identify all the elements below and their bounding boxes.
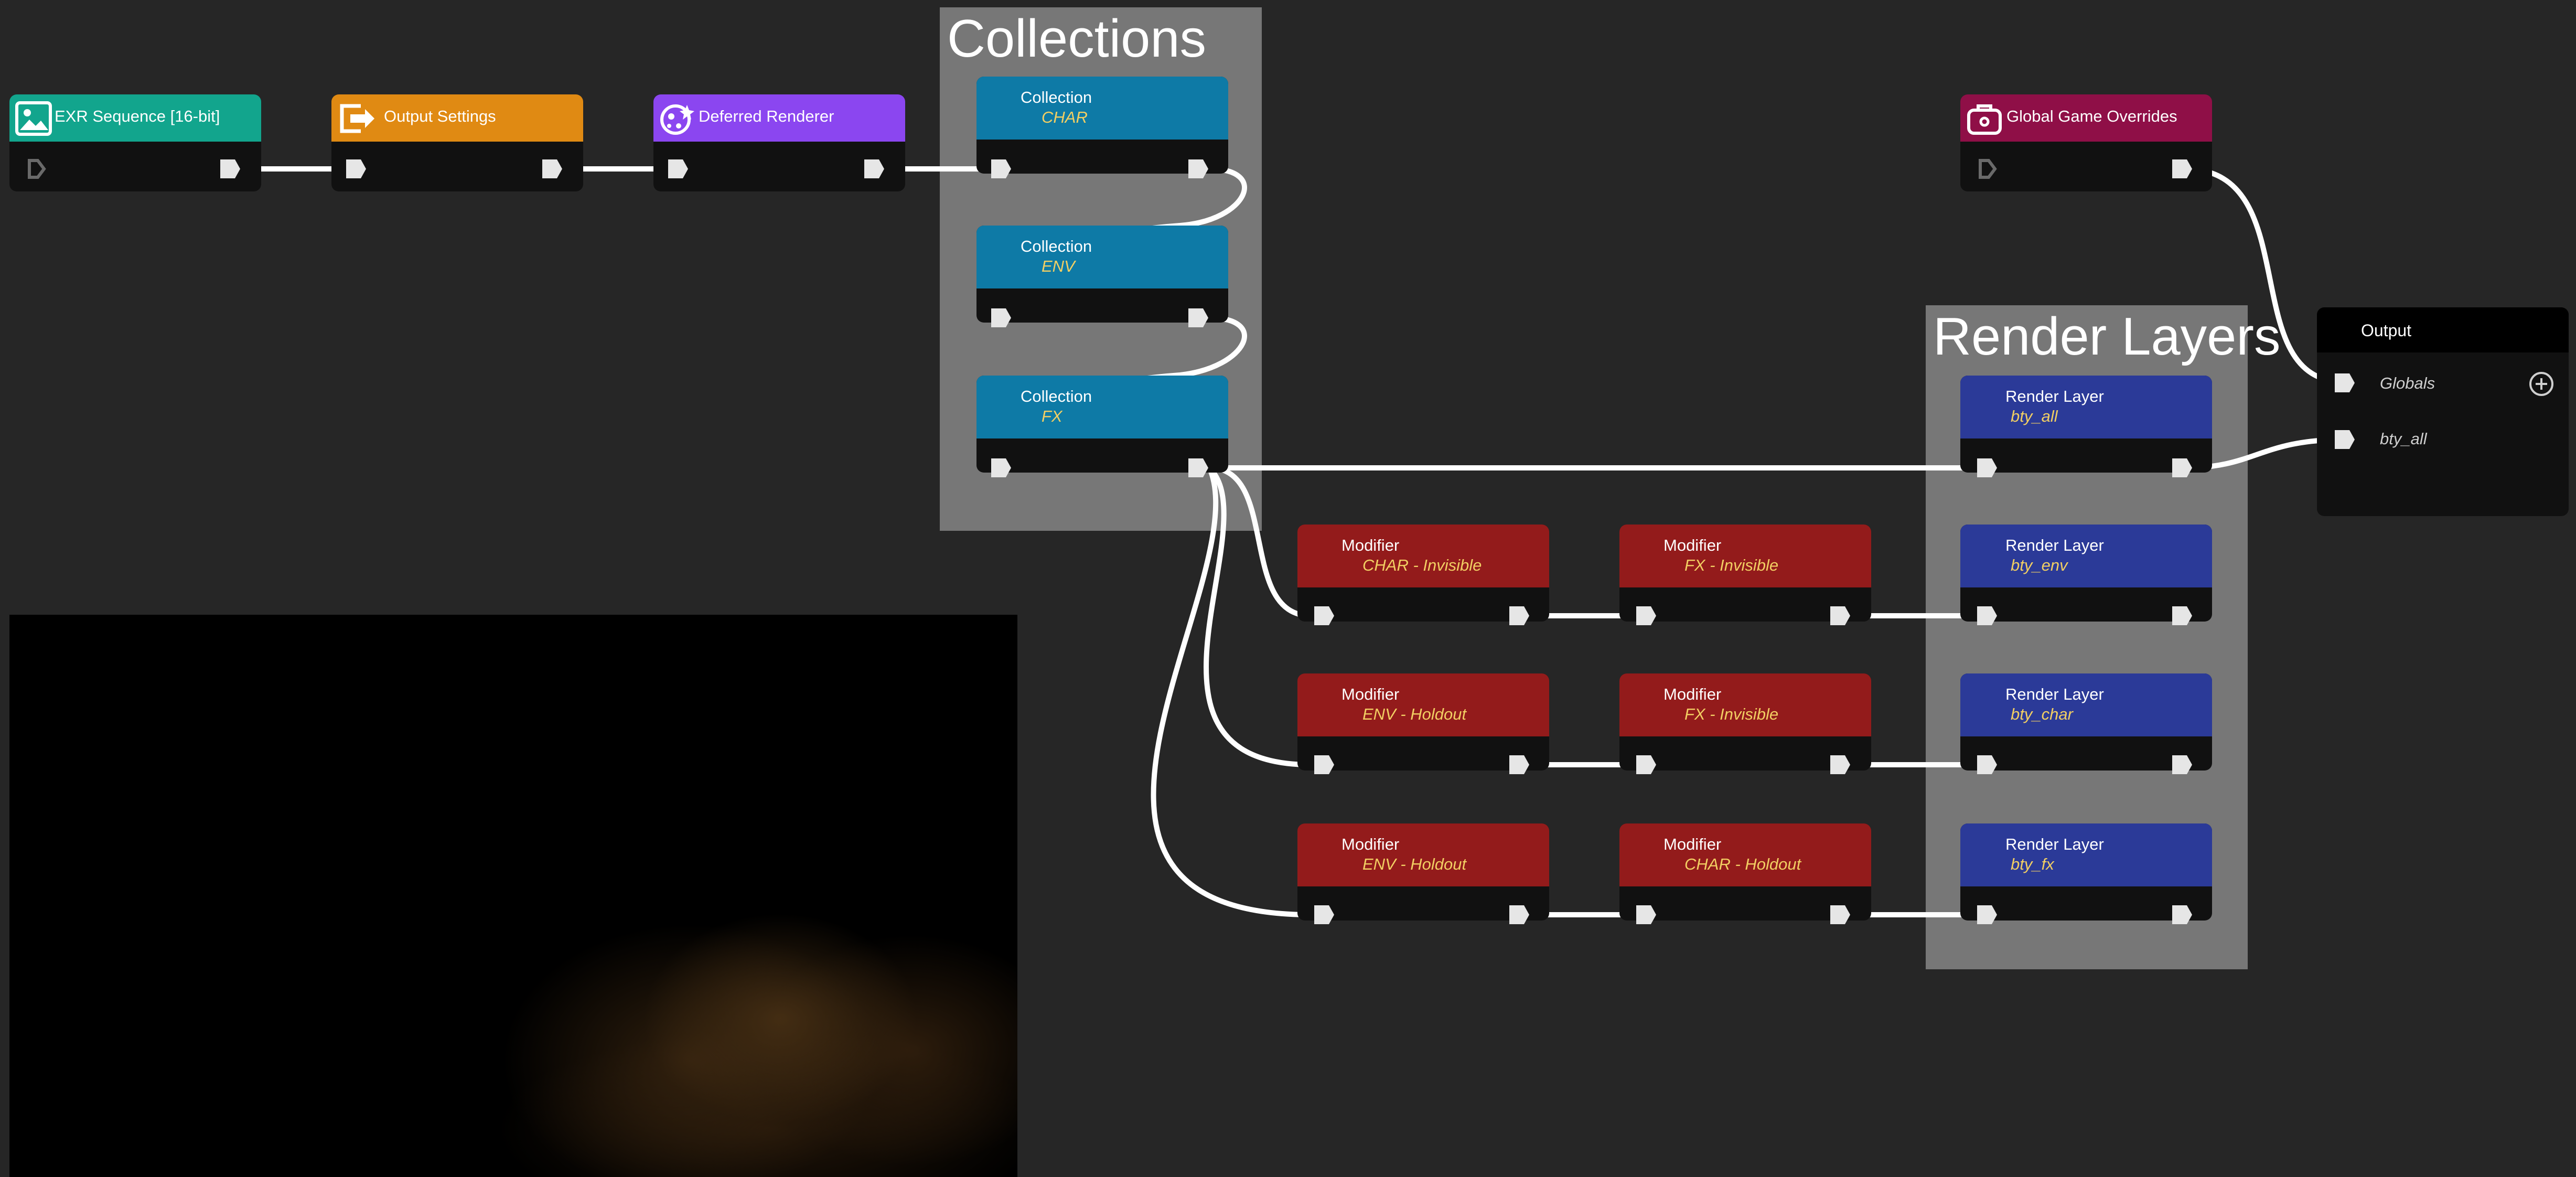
input-socket[interactable] [988,455,1013,480]
output-socket[interactable] [1506,902,1531,927]
node-title: Modifier [1341,835,1400,853]
output-node[interactable]: Output Globals bty_all [2317,307,2569,516]
output-socket[interactable] [1827,603,1852,628]
node-title: Render Layer [2005,685,2104,703]
output-socket[interactable] [217,156,242,181]
render-layers-backdrop-title: Render Layers [1933,307,2281,366]
output-socket[interactable] [1185,156,1210,181]
input-socket[interactable] [1311,603,1336,628]
node-subtitle: bty_char [2011,705,2073,723]
preview-viewport[interactable] [9,615,1017,1177]
node-subtitle: bty_fx [2011,855,2054,873]
node-header[interactable]: Modifier ENV - Holdout [1297,823,1549,886]
image-icon [14,99,53,138]
input-socket-empty[interactable] [24,156,49,181]
node-header[interactable]: Output [2317,307,2569,352]
input-socket[interactable] [665,156,690,181]
input-socket[interactable] [988,305,1013,330]
input-socket[interactable] [343,156,368,181]
input-socket-bty-all[interactable] [2332,427,2357,452]
node-header[interactable]: Render Layer bty_env [1960,525,2212,587]
node-title: Modifier [1341,685,1400,703]
controller-icon [1965,99,2004,138]
node-title: EXR Sequence [16-bit] [55,107,220,125]
node-title: Deferred Renderer [699,107,834,125]
output-socket[interactable] [2169,455,2194,480]
node-subtitle: FX - Invisible [1684,556,1779,574]
node-header[interactable]: EXR Sequence [16-bit] [9,94,261,142]
output-socket[interactable] [2169,752,2194,777]
node-title: Global Game Overrides [2006,107,2177,125]
node-subtitle: ENV [1042,257,1075,275]
node-header[interactable]: Collection CHAR [976,77,1228,140]
input-socket-globals[interactable] [2332,370,2357,395]
node-subtitle: bty_all [2011,407,2058,425]
output-socket[interactable] [2169,156,2194,181]
node-header[interactable]: Modifier CHAR - Invisible [1297,525,1549,587]
input-label-bty-all: bty_all [2380,430,2427,448]
node-subtitle: CHAR [1042,108,1088,126]
node-title: Collection [1021,387,1092,405]
input-socket[interactable] [1633,752,1658,777]
input-socket[interactable] [1974,752,1999,777]
input-socket[interactable] [1974,603,1999,628]
node-header[interactable]: Output Settings [331,94,583,142]
node-header[interactable]: Collection ENV [976,226,1228,288]
node-subtitle: CHAR - Invisible [1362,556,1482,574]
input-label-globals: Globals [2380,374,2435,392]
node-title: Modifier [1663,835,1722,853]
output-socket[interactable] [2169,902,2194,927]
node-graph-canvas[interactable]: Collections Render Layers EXR Sequence [… [0,0,2576,1177]
node-subtitle: ENV - Holdout [1362,855,1467,873]
node-subtitle: FX - Invisible [1684,705,1779,723]
node-header[interactable]: Collection FX [976,376,1228,438]
node-title: Render Layer [2005,536,2104,554]
output-socket[interactable] [1827,902,1852,927]
output-socket[interactable] [539,156,564,181]
collections-backdrop-title: Collections [947,9,1207,68]
input-socket[interactable] [1633,603,1658,628]
node-title: Render Layer [2005,835,2104,853]
node-subtitle: ENV - Holdout [1362,705,1467,723]
input-socket[interactable] [1311,752,1336,777]
node-title: Collection [1021,88,1092,106]
input-socket[interactable] [1974,455,1999,480]
input-socket[interactable] [988,156,1013,181]
node-title: Output [2361,321,2412,340]
node-title: Modifier [1341,536,1400,554]
node-header[interactable]: Render Layer bty_char [1960,673,2212,736]
node-title: Modifier [1663,685,1722,703]
node-subtitle: bty_env [2011,556,2068,574]
output-socket[interactable] [1506,752,1531,777]
node-header[interactable]: Modifier FX - Invisible [1619,673,1871,736]
input-socket[interactable] [1633,902,1658,927]
node-header[interactable]: Render Layer bty_all [1960,376,2212,438]
input-socket[interactable] [1974,902,1999,927]
output-socket[interactable] [2169,603,2194,628]
input-socket-empty[interactable] [1975,156,2000,181]
output-socket[interactable] [1827,752,1852,777]
export-icon [336,99,375,138]
node-title: Modifier [1663,536,1722,554]
output-socket[interactable] [861,156,886,181]
node-title: Collection [1021,237,1092,255]
output-socket[interactable] [1506,603,1531,628]
node-header[interactable]: Deferred Renderer [653,94,905,142]
node-header[interactable]: Global Game Overrides [1960,94,2212,142]
node-subtitle: FX [1042,407,1062,425]
node-header[interactable]: Render Layer bty_fx [1960,823,2212,886]
node-header[interactable]: Modifier ENV - Holdout [1297,673,1549,736]
output-socket[interactable] [1185,455,1210,480]
node-header[interactable]: Modifier FX - Invisible [1619,525,1871,587]
input-socket[interactable] [1311,902,1336,927]
node-title: Render Layer [2005,387,2104,405]
render-icon [658,99,697,138]
plus-circle-icon[interactable] [2528,370,2555,398]
node-header[interactable]: Modifier CHAR - Holdout [1619,823,1871,886]
wire [1151,465,1314,917]
node-subtitle: CHAR - Holdout [1684,855,1801,873]
output-socket[interactable] [1185,305,1210,330]
node-title: Output Settings [384,107,496,125]
